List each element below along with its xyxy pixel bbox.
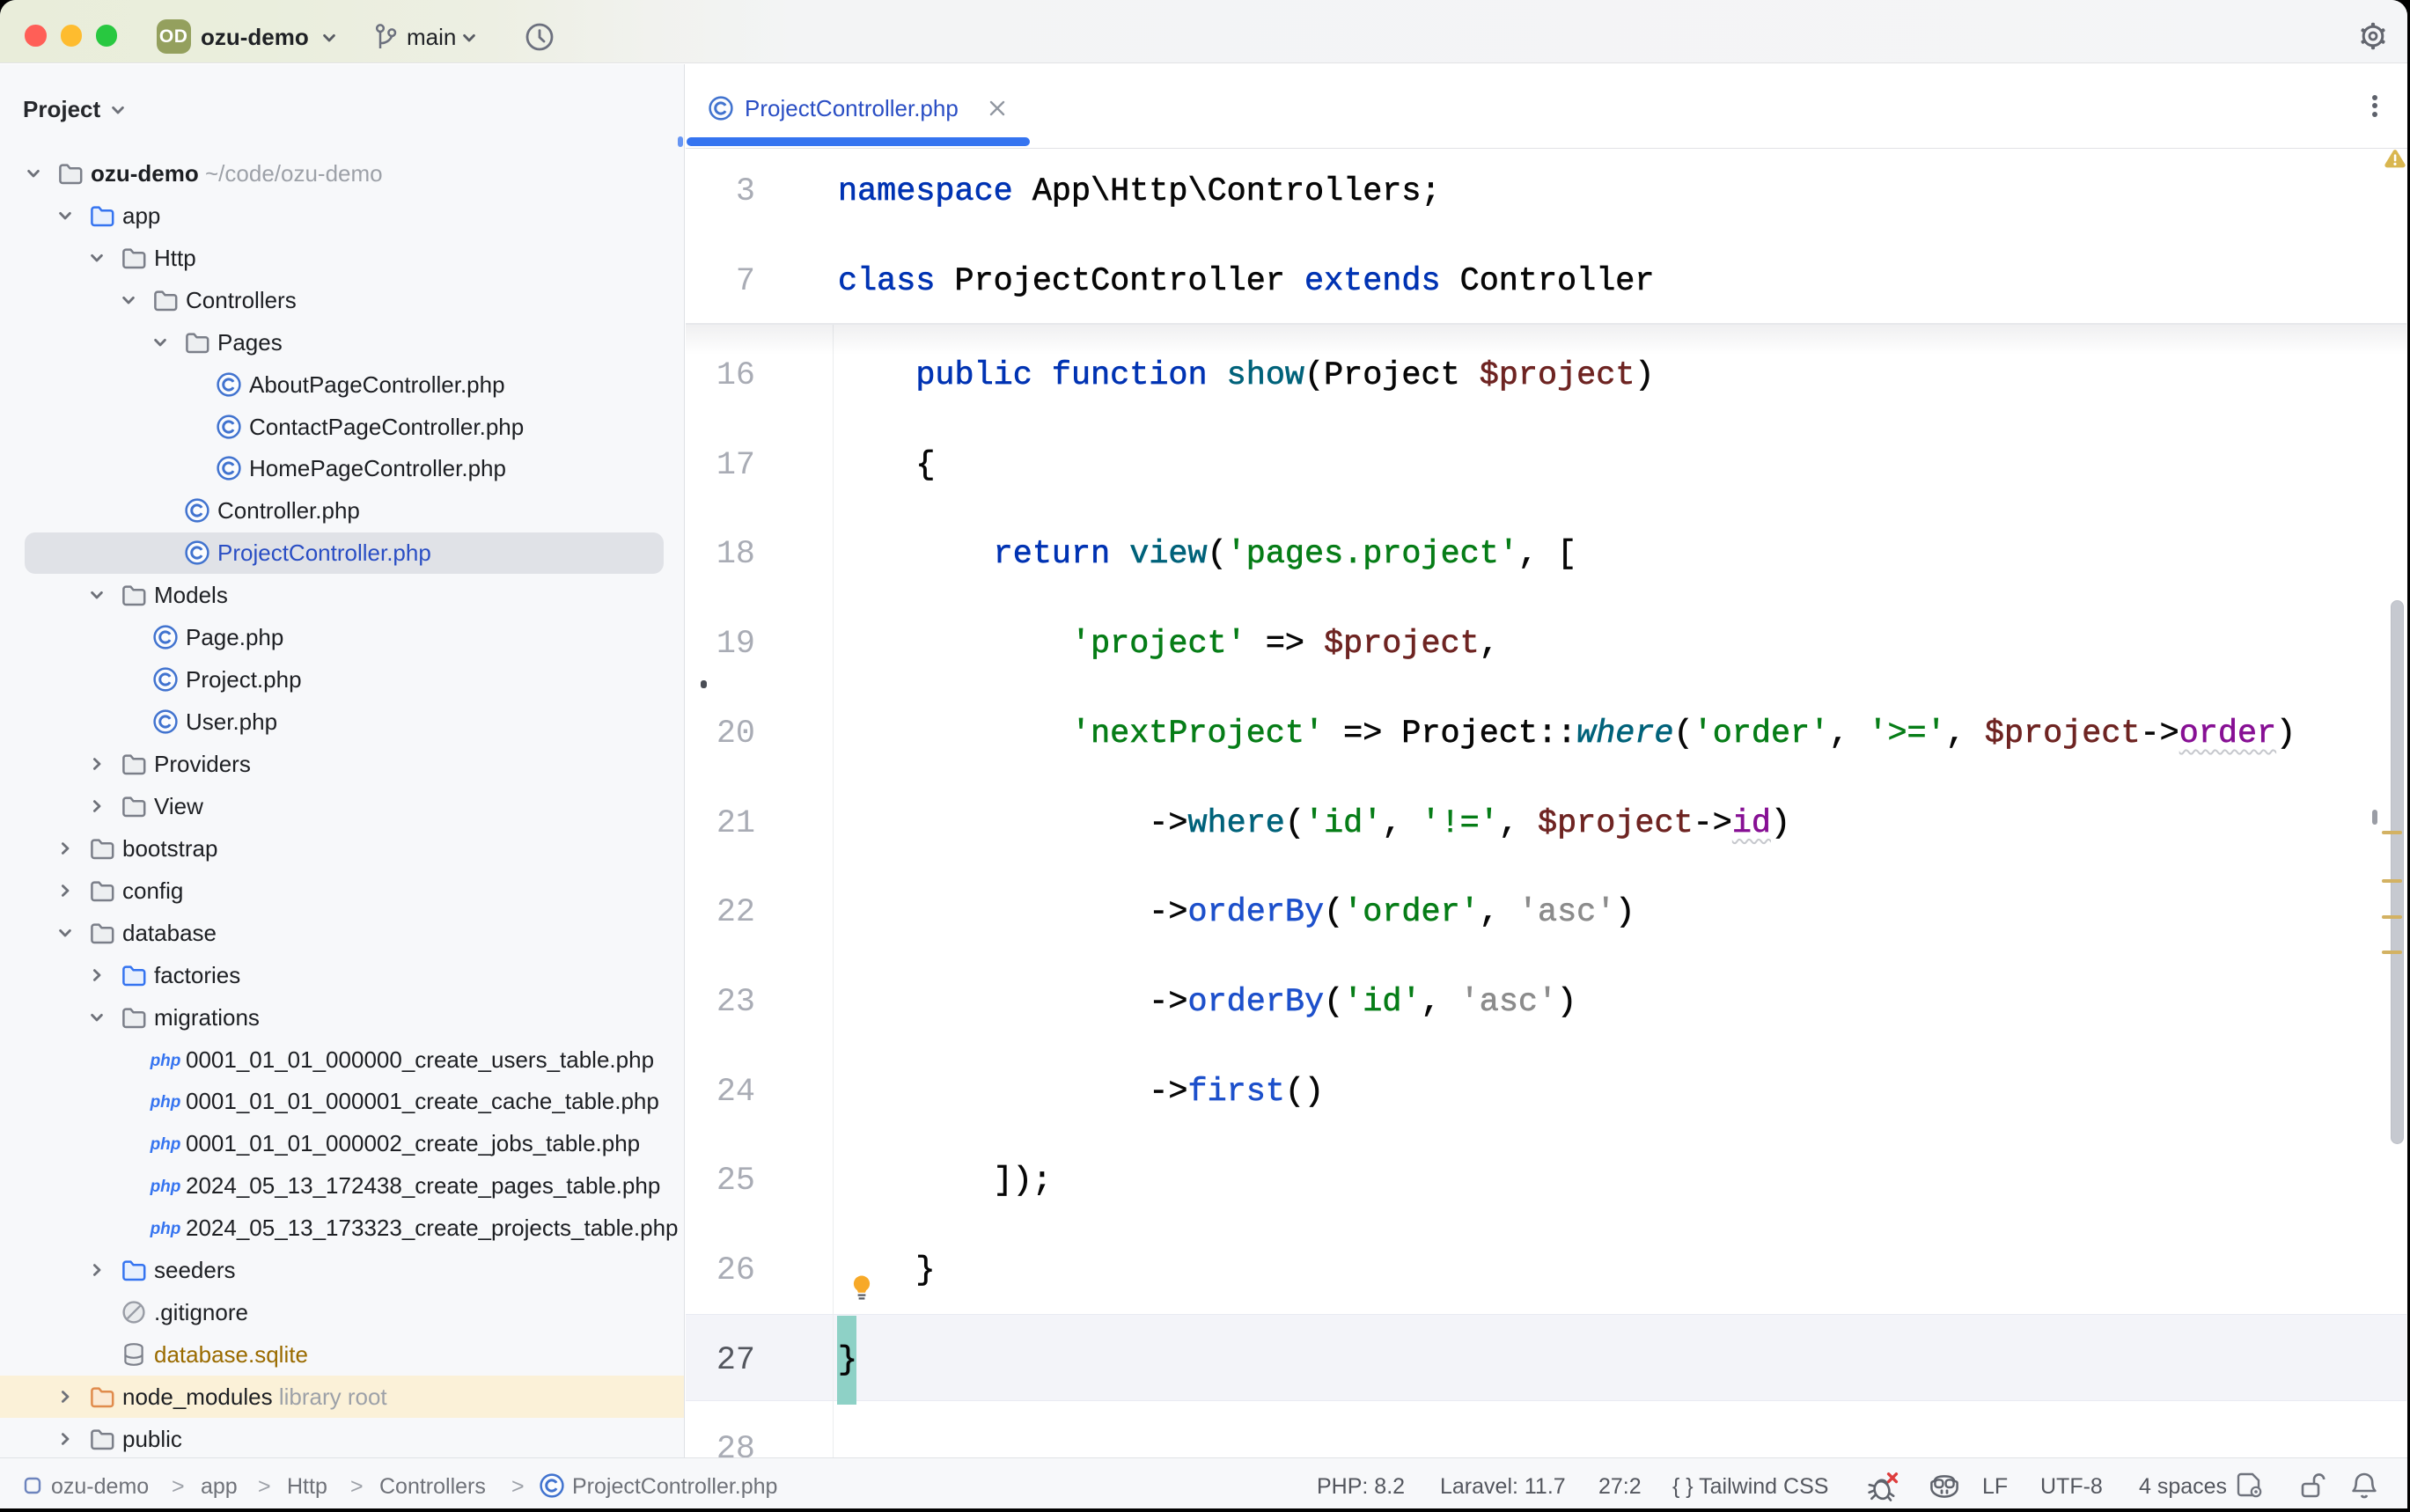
svg-text:php: php: [150, 1178, 180, 1196]
svg-text:php: php: [150, 1135, 180, 1154]
svg-text:php: php: [150, 1052, 180, 1070]
svg-text:php: php: [150, 1220, 180, 1238]
svg-text:php: php: [150, 1093, 180, 1112]
